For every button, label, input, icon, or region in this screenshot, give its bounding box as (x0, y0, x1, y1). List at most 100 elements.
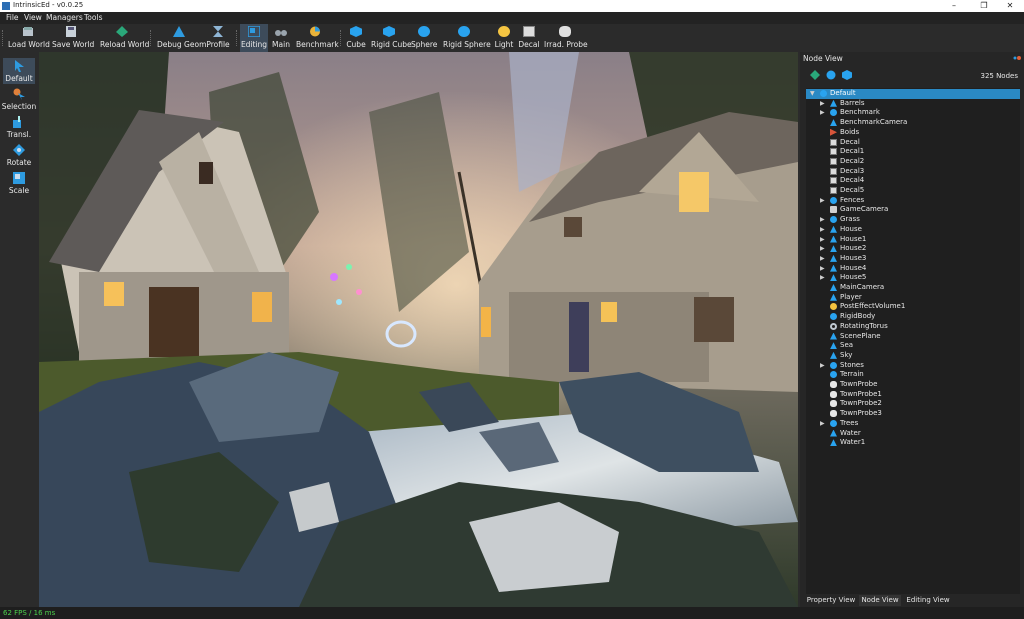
tree-node-rotatingtorus[interactable]: RotatingTorus (806, 322, 1020, 332)
menu-file[interactable]: File (6, 13, 19, 22)
reload-icon (116, 26, 128, 37)
tree-node-posteffectvolume1[interactable]: PostEffectVolume1 (806, 302, 1020, 312)
load-world-icon (23, 27, 33, 36)
save-world-button[interactable]: Save World (52, 24, 94, 52)
panel-options-icon[interactable] (1013, 55, 1021, 61)
rigid-cube-button[interactable]: Rigid Cube (371, 24, 412, 52)
rotate-icon (13, 144, 25, 156)
debug-geom-button[interactable]: Debug Geom. (157, 24, 209, 52)
tree-node-water1[interactable]: Water1 (806, 438, 1020, 448)
expand-arrow-icon[interactable]: ▶ (820, 197, 826, 204)
profile-button[interactable]: Profile (206, 24, 230, 52)
tree-node-townprobe1[interactable]: TownProbe1 (806, 390, 1020, 400)
tree-node-house2[interactable]: ▶ House2 (806, 244, 1020, 254)
tree-node-default[interactable]: ▼ Default (806, 89, 1020, 99)
expand-arrow-icon[interactable]: ▶ (820, 274, 826, 281)
menu-managers[interactable]: Managers (46, 13, 83, 22)
expand-arrow-icon[interactable]: ▼ (810, 90, 816, 97)
tree-node-decal4[interactable]: Decal4 (806, 176, 1020, 186)
tree-node-decal5[interactable]: Decal5 (806, 186, 1020, 196)
sphere-button[interactable]: Sphere (411, 24, 437, 52)
light-label: Light (494, 40, 514, 49)
tree-node-house5[interactable]: ▶ House5 (806, 273, 1020, 283)
tree-node-water[interactable]: Water (806, 429, 1020, 439)
irrad-probe-button[interactable]: Irrad. Probe (544, 24, 588, 52)
tab-node-view[interactable]: Node View (859, 595, 901, 606)
selection-tool-button[interactable]: Selection (2, 86, 36, 112)
node-tree[interactable]: ▼ Default ▶ Barrels ▶ Benchmark BenchmarkCamer… (806, 88, 1020, 604)
tree-node-decal[interactable]: Decal (806, 138, 1020, 148)
expand-arrow-icon[interactable]: ▶ (820, 226, 826, 233)
main-button[interactable]: Main (271, 24, 291, 52)
tree-node-townprobe3[interactable]: TownProbe3 (806, 409, 1020, 419)
tree-node-house4[interactable]: ▶ House4 (806, 264, 1020, 274)
expand-arrow-icon[interactable]: ▶ (820, 255, 826, 262)
light-button[interactable]: Light (494, 24, 514, 52)
load-world-button[interactable]: Load World (8, 24, 50, 52)
tree-node-barrels[interactable]: ▶ Barrels (806, 99, 1020, 109)
tree-node-stones[interactable]: ▶ Stones (806, 361, 1020, 371)
cube-button[interactable]: Cube (345, 24, 367, 52)
light-bulb-icon (498, 26, 510, 37)
tree-node-player[interactable]: Player (806, 293, 1020, 303)
expand-arrow-icon[interactable]: ▶ (820, 265, 826, 272)
rigid-sphere-button[interactable]: Rigid Sphere (443, 24, 491, 52)
toolbar-grip[interactable] (150, 30, 153, 46)
minimize-button[interactable]: – (940, 0, 968, 12)
tree-node-gamecamera[interactable]: GameCamera (806, 205, 1020, 215)
tree-node-grass[interactable]: ▶ Grass (806, 215, 1020, 225)
maximize-button[interactable]: ❐ (970, 0, 998, 12)
tree-node-house1[interactable]: ▶ House1 (806, 235, 1020, 245)
default-tool-button[interactable]: Default (3, 58, 35, 84)
expand-arrow-icon[interactable]: ▶ (820, 236, 826, 243)
tree-node-townprobe2[interactable]: TownProbe2 (806, 399, 1020, 409)
tree-node-decal2[interactable]: Decal2 (806, 157, 1020, 167)
menu-tools[interactable]: Tools (84, 13, 102, 22)
toolbar-grip[interactable] (340, 30, 343, 46)
toolbar-grip[interactable] (2, 30, 5, 46)
tree-node-sceneplane[interactable]: ScenePlane (806, 332, 1020, 342)
tree-node-decal3[interactable]: Decal3 (806, 167, 1020, 177)
tree-node-benchmarkcamera[interactable]: BenchmarkCamera (806, 118, 1020, 128)
tree-node-maincamera[interactable]: MainCamera (806, 283, 1020, 293)
tree-node-fences[interactable]: ▶ Fences (806, 196, 1020, 206)
tree-node-trees[interactable]: ▶ Trees (806, 419, 1020, 429)
create-node-icon[interactable] (810, 70, 820, 80)
expand-arrow-icon[interactable]: ▶ (820, 245, 826, 252)
menu-view[interactable]: View (24, 13, 42, 22)
tab-editing-view[interactable]: Editing View (903, 595, 953, 606)
editing-toggle[interactable]: Editing (240, 24, 268, 52)
expand-arrow-icon[interactable]: ▶ (820, 362, 826, 369)
tree-node-house[interactable]: ▶ House (806, 225, 1020, 235)
benchmark-label: Benchmark (296, 40, 339, 49)
translate-tool-button[interactable]: Transl. (3, 114, 35, 140)
tree-node-sea[interactable]: Sea (806, 341, 1020, 351)
scale-tool-button[interactable]: Scale (3, 170, 35, 196)
expand-arrow-icon[interactable]: ▶ (820, 109, 826, 116)
tree-node-benchmark[interactable]: ▶ Benchmark (806, 108, 1020, 118)
expand-arrow-icon[interactable]: ▶ (820, 420, 826, 427)
tab-property-view[interactable]: Property View (804, 595, 858, 606)
reload-world-button[interactable]: Reload World (100, 24, 149, 52)
scene-viewport[interactable] (39, 52, 798, 607)
tree-node-terrain[interactable]: Terrain (806, 370, 1020, 380)
tree-node-decal1[interactable]: Decal1 (806, 147, 1020, 157)
tree-node-house3[interactable]: ▶ House3 (806, 254, 1020, 264)
tree-node-townprobe[interactable]: TownProbe (806, 380, 1020, 390)
drop-icon (830, 342, 837, 350)
rotate-tool-button[interactable]: Rotate (3, 142, 35, 168)
drop-icon (830, 332, 837, 340)
tree-node-boids[interactable]: Boids (806, 128, 1020, 138)
tree-node-rigidbody[interactable]: RigidBody (806, 312, 1020, 322)
tree-node-label: House1 (840, 234, 867, 243)
rotate-tool-label: Rotate (6, 158, 32, 167)
expand-arrow-icon[interactable]: ▶ (820, 100, 826, 107)
add-cube-icon[interactable] (842, 70, 852, 80)
benchmark-button[interactable]: Benchmark (296, 24, 339, 52)
toolbar-grip[interactable] (236, 30, 239, 46)
expand-arrow-icon[interactable]: ▶ (820, 216, 826, 223)
decal-button[interactable]: Decal (518, 24, 540, 52)
add-sphere-icon[interactable] (826, 70, 836, 80)
tree-node-sky[interactable]: Sky (806, 351, 1020, 361)
close-button[interactable]: ✕ (996, 0, 1024, 12)
